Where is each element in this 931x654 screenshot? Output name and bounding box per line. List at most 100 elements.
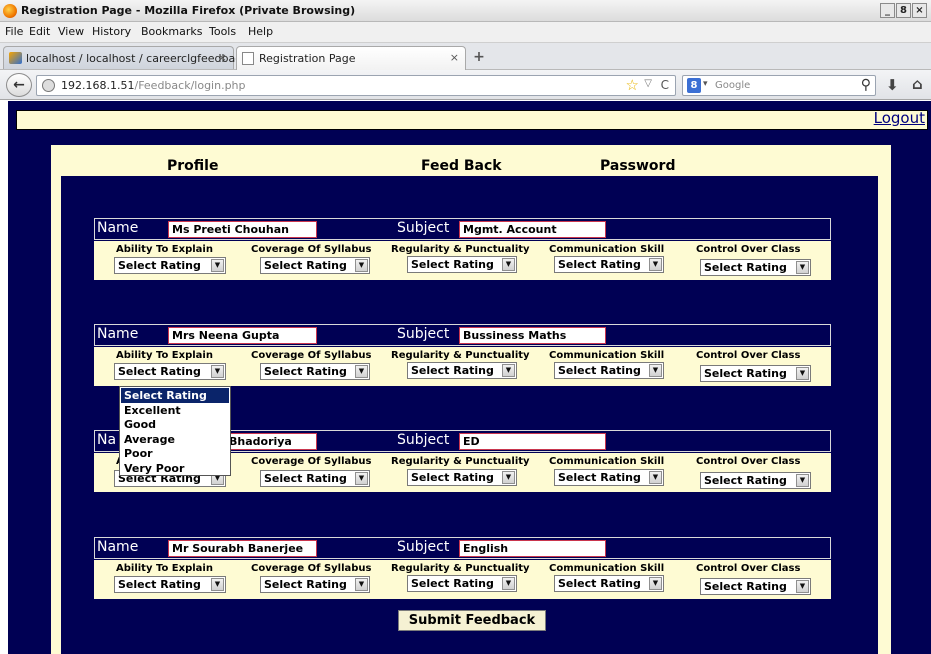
rating-select[interactable]: Select Rating ▼ — [700, 472, 811, 489]
menu-edit[interactable]: Edit — [29, 25, 50, 38]
rating-select[interactable]: Select Rating ▼ — [554, 362, 664, 379]
nav-profile[interactable]: Profile — [167, 158, 218, 174]
criterion-label: Regularity & Punctuality — [391, 244, 530, 255]
option-poor[interactable]: Poor — [121, 446, 229, 461]
tab-registration-page[interactable]: Registration Page × — [236, 46, 466, 70]
subject-label: Subject — [397, 539, 450, 555]
rating-select[interactable]: Select Rating ▼ — [407, 469, 517, 486]
criterion-label: Coverage Of Syllabus — [251, 563, 372, 574]
rating-select[interactable]: Select Rating ▼ — [260, 576, 370, 593]
subject-label: Subject — [397, 220, 450, 236]
name-field[interactable]: Mrs Neena Gupta — [168, 327, 317, 344]
option-good[interactable]: Good — [121, 417, 229, 432]
rating-select[interactable]: Select Rating ▼ — [407, 362, 517, 379]
chevron-down-icon: ▼ — [649, 471, 662, 484]
window-controls: _ 8 × — [880, 3, 927, 18]
download-arrow-icon[interactable]: ⬇ — [886, 76, 899, 94]
back-arrow-icon[interactable]: ← — [6, 73, 32, 97]
subject-field[interactable]: English — [459, 540, 606, 557]
rating-select[interactable]: Select Rating ▼ — [407, 575, 517, 592]
criterion-label: Coverage Of Syllabus — [251, 350, 372, 361]
menu-tools[interactable]: Tools — [209, 25, 236, 38]
tab-label: Registration Page — [259, 52, 356, 65]
url-bar[interactable]: 192.168.1.51/Feedback/login.php ☆ ▽ C — [36, 75, 676, 96]
select-value: Select Rating — [704, 367, 787, 380]
home-icon[interactable]: ⌂ — [912, 75, 923, 93]
criterion-label: Coverage Of Syllabus — [251, 244, 372, 255]
menu-view[interactable]: View — [58, 25, 84, 38]
chevron-down-icon: ▼ — [502, 577, 515, 590]
rating-select[interactable]: Select Rating ▼ — [260, 363, 370, 380]
tab-close-icon[interactable]: × — [450, 51, 459, 64]
menu-help[interactable]: Help — [248, 25, 273, 38]
chevron-down-icon: ▼ — [211, 259, 224, 272]
rating-dropdown-list[interactable]: Select Rating Excellent Good Average Poo… — [119, 386, 231, 476]
rating-select[interactable]: Select Rating ▼ — [114, 576, 226, 593]
name-label: Name — [97, 220, 139, 236]
select-value: Select Rating — [118, 259, 201, 272]
rating-select[interactable]: Select Rating ▼ — [700, 259, 811, 276]
maximize-button[interactable]: 8 — [896, 3, 911, 18]
teacher-header-4: Name Mr Sourabh Banerjee Subject English — [94, 537, 831, 559]
navigation-bar: ← 192.168.1.51/Feedback/login.php ☆ ▽ C … — [0, 70, 931, 100]
criterion-label: Control Over Class — [696, 350, 801, 361]
select-value: Select Rating — [264, 578, 347, 591]
google-icon[interactable]: 8 — [687, 78, 701, 93]
close-button[interactable]: × — [912, 3, 927, 18]
rating-select[interactable]: Select Rating ▼ — [554, 575, 664, 592]
nav-password[interactable]: Password — [600, 158, 675, 174]
rating-select[interactable]: Select Rating ▼ — [260, 257, 370, 274]
rating-select[interactable]: Select Rating ▼ — [554, 256, 664, 273]
select-value: Select Rating — [118, 365, 201, 378]
chevron-down-icon: ▼ — [355, 259, 368, 272]
rating-select[interactable]: Select Rating ▼ — [700, 578, 811, 595]
select-value: Select Rating — [411, 364, 494, 377]
select-value: Select Rating — [411, 471, 494, 484]
option-average[interactable]: Average — [121, 432, 229, 447]
teacher-header-1: Name Ms Preeti Chouhan Subject Mgmt. Acc… — [94, 218, 831, 240]
chevron-down-icon: ▼ — [649, 258, 662, 271]
menu-bookmarks[interactable]: Bookmarks — [141, 25, 202, 38]
window-title: Registration Page - Mozilla Firefox (Pri… — [21, 4, 356, 17]
subject-field[interactable]: Mgmt. Account — [459, 221, 606, 238]
name-field[interactable]: Mr Sourabh Banerjee — [168, 540, 317, 557]
subject-field[interactable]: Bussiness Maths — [459, 327, 606, 344]
select-value: Select Rating — [704, 261, 787, 274]
criterion-label: Ability To Explain — [116, 563, 213, 574]
tab-close-icon[interactable]: × — [218, 51, 227, 64]
new-tab-button[interactable]: + — [468, 48, 490, 67]
submit-feedback-button[interactable]: Submit Feedback — [398, 610, 546, 631]
criterion-label: Control Over Class — [696, 563, 801, 574]
search-input[interactable]: Google — [715, 80, 750, 91]
criterion-label: Regularity & Punctuality — [391, 456, 530, 467]
rating-select-open[interactable]: Select Rating ▼ — [114, 363, 226, 380]
criterion-label: Regularity & Punctuality — [391, 350, 530, 361]
url-dropdown-icon[interactable]: ▽ — [644, 78, 652, 89]
reload-icon[interactable]: C — [661, 78, 669, 92]
page-content: Logout Profile Feed Back Password Name M… — [8, 101, 931, 654]
option-very-poor[interactable]: Very Poor — [121, 461, 229, 476]
menu-file[interactable]: File — [5, 25, 23, 38]
subject-field[interactable]: ED — [459, 433, 606, 450]
criterion-label: Ability To Explain — [116, 244, 213, 255]
option-select-rating[interactable]: Select Rating — [121, 388, 229, 403]
option-excellent[interactable]: Excellent — [121, 403, 229, 418]
bookmark-star-icon[interactable]: ☆ — [626, 76, 639, 94]
menu-history[interactable]: History — [92, 25, 131, 38]
logout-link[interactable]: Logout — [874, 109, 925, 127]
rating-select[interactable]: Select Rating ▼ — [407, 256, 517, 273]
rating-row-4: Ability To Explain Coverage Of Syllabus … — [94, 560, 831, 599]
select-value: Select Rating — [411, 258, 494, 271]
search-engine-dropdown-icon[interactable]: ▾ — [703, 79, 708, 89]
magnifier-icon[interactable]: ⚲ — [861, 77, 871, 93]
search-bar[interactable]: 8 ▾ Google ⚲ — [682, 75, 876, 96]
rating-select[interactable]: Select Rating ▼ — [700, 365, 811, 382]
rating-select[interactable]: Select Rating ▼ — [554, 469, 664, 486]
name-field[interactable]: Ms Preeti Chouhan — [168, 221, 317, 238]
rating-select[interactable]: Select Rating ▼ — [260, 470, 370, 487]
tab-phpmyadmin[interactable]: localhost / localhost / careerclgfeedbac… — [3, 46, 262, 69]
rating-select[interactable]: Select Rating ▼ — [114, 257, 226, 274]
minimize-button[interactable]: _ — [880, 3, 895, 18]
tab-bar: localhost / localhost / careerclgfeedbac… — [0, 43, 931, 70]
nav-feedback[interactable]: Feed Back — [421, 158, 502, 174]
